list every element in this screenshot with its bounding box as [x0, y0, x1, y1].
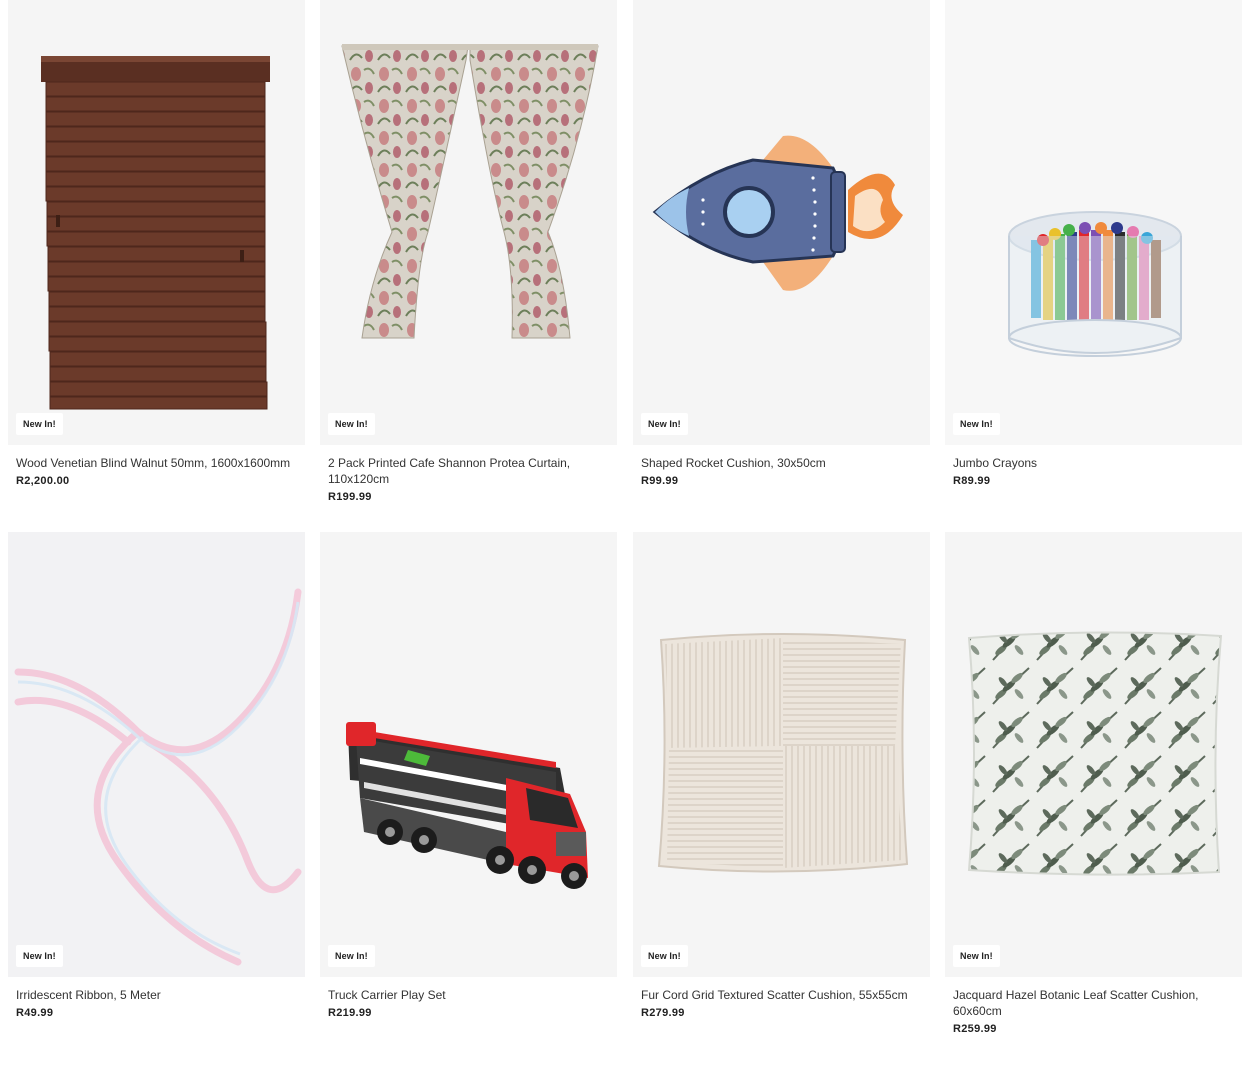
- product-name[interactable]: Irridescent Ribbon, 5 Meter: [16, 987, 297, 1003]
- new-in-badge: New In!: [641, 945, 688, 967]
- product-card[interactable]: New In! Shaped Rocket Cushion, 30x50cm R…: [633, 0, 930, 487]
- product-image[interactable]: New In!: [320, 0, 617, 445]
- product-price: R49.99: [16, 1007, 54, 1019]
- product-price: R99.99: [641, 475, 679, 487]
- product-price: R279.99: [641, 1007, 685, 1019]
- product-price: R89.99: [953, 475, 991, 487]
- ribbon-image: [8, 532, 305, 977]
- product-image[interactable]: New In!: [8, 0, 305, 445]
- product-card[interactable]: New In! Irridescent Ribbon, 5 Meter R49.…: [8, 532, 305, 1019]
- product-image[interactable]: New In!: [945, 532, 1242, 977]
- product-grid: New In! Wood Venetian Blind Walnut 50mm,…: [0, 0, 1250, 1065]
- product-name[interactable]: 2 Pack Printed Cafe Shannon Protea Curta…: [328, 455, 609, 487]
- new-in-badge: New In!: [953, 413, 1000, 435]
- product-name[interactable]: Jacquard Hazel Botanic Leaf Scatter Cush…: [953, 987, 1234, 1019]
- product-price: R199.99: [328, 491, 372, 503]
- new-in-badge: New In!: [328, 413, 375, 435]
- new-in-badge: New In!: [953, 945, 1000, 967]
- product-price: R259.99: [953, 1023, 997, 1035]
- product-name[interactable]: Jumbo Crayons: [953, 455, 1234, 471]
- product-card[interactable]: New In! Jacquard Hazel Botanic Leaf Scat…: [945, 532, 1242, 1035]
- new-in-badge: New In!: [328, 945, 375, 967]
- product-image[interactable]: New In!: [945, 0, 1242, 445]
- curtain-image: [341, 44, 599, 339]
- product-price: R219.99: [328, 1007, 372, 1019]
- crayons-image: [945, 0, 1242, 445]
- product-card[interactable]: New In! Truck Carrier Play Set R219.99: [320, 532, 617, 1019]
- product-card[interactable]: New In! 2 Pack Printed Cafe Shannon Prot…: [320, 0, 617, 503]
- product-name[interactable]: Shaped Rocket Cushion, 30x50cm: [641, 455, 922, 471]
- new-in-badge: New In!: [16, 413, 63, 435]
- new-in-badge: New In!: [641, 413, 688, 435]
- product-image[interactable]: New In!: [320, 532, 617, 977]
- venetian-blind-image: [41, 56, 270, 410]
- product-card[interactable]: New In! Fur Cord Grid Textured Scatter C…: [633, 532, 930, 1019]
- product-image[interactable]: New In!: [633, 532, 930, 977]
- product-card[interactable]: New In! Jumbo Crayons R89.99: [945, 0, 1242, 487]
- cord-cushion-image: [657, 633, 909, 873]
- product-name[interactable]: Truck Carrier Play Set: [328, 987, 609, 1003]
- product-price: R2,200.00: [16, 475, 70, 487]
- product-card[interactable]: New In! Wood Venetian Blind Walnut 50mm,…: [8, 0, 305, 487]
- product-name[interactable]: Wood Venetian Blind Walnut 50mm, 1600x16…: [16, 455, 297, 471]
- product-image[interactable]: New In!: [633, 0, 930, 445]
- product-name[interactable]: Fur Cord Grid Textured Scatter Cushion, …: [641, 987, 922, 1003]
- new-in-badge: New In!: [16, 945, 63, 967]
- rocket-cushion-image: [652, 135, 903, 291]
- leaf-cushion-image: [967, 631, 1223, 876]
- truck-image: [346, 722, 588, 889]
- product-image[interactable]: New In!: [8, 532, 305, 977]
